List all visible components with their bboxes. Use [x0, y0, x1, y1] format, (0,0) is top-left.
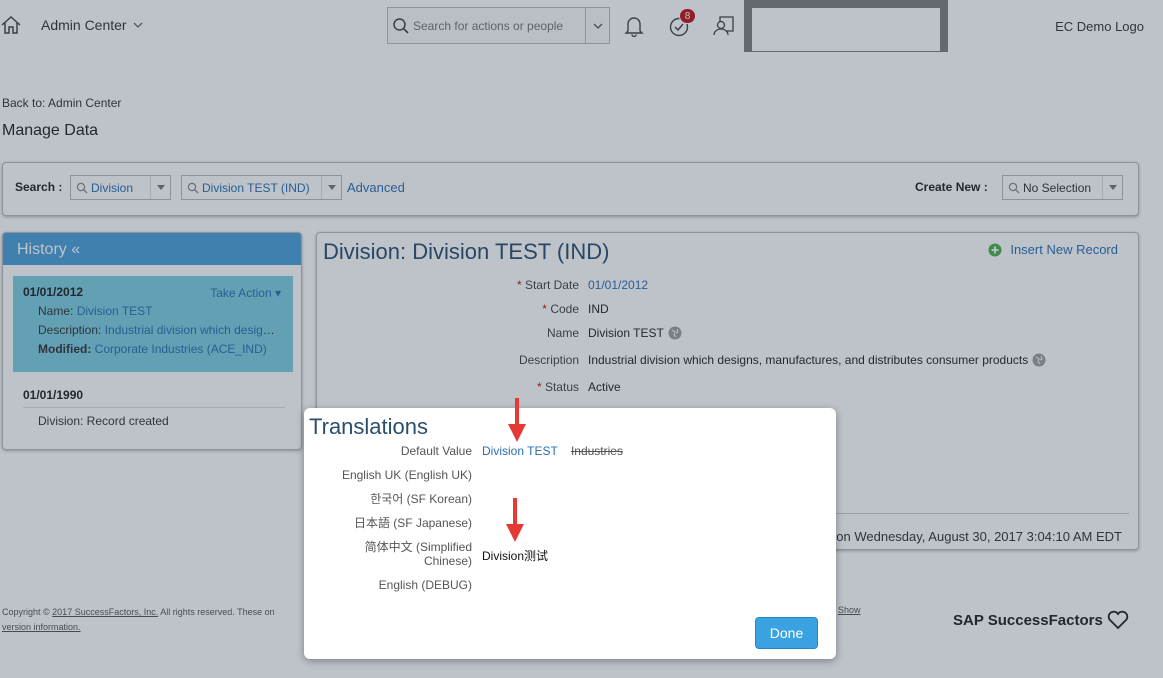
- translation-value-chinese[interactable]: Division测试: [482, 547, 548, 564]
- red-arrow-down-icon: [506, 498, 524, 542]
- red-arrow-down-icon: [508, 398, 526, 442]
- translation-label-chinese-line1: 简体中文 (Simplified: [364, 540, 472, 554]
- translation-label-default: Default Value: [400, 444, 472, 458]
- translation-old-text: Industries: [570, 444, 623, 458]
- translation-value-default[interactable]: Division TEST Industries: [482, 444, 623, 458]
- translations-dialog: Translations Default Value Division TEST…: [304, 408, 836, 659]
- translation-default-text: Division TEST: [482, 444, 558, 458]
- done-button[interactable]: Done: [755, 617, 818, 649]
- translation-label-japanese: 日本語 (SF Japanese): [353, 516, 472, 530]
- translation-label-debug: English (DEBUG): [378, 578, 472, 592]
- translation-label-chinese-line2: Chinese): [423, 554, 472, 568]
- translation-label-en-uk: English UK (English UK): [341, 468, 472, 482]
- dialog-title: Translations: [309, 414, 429, 439]
- translation-label-chinese: 简体中文 (Simplified Chinese): [304, 540, 472, 568]
- translation-label-korean: 한국어 (SF Korean): [370, 492, 472, 506]
